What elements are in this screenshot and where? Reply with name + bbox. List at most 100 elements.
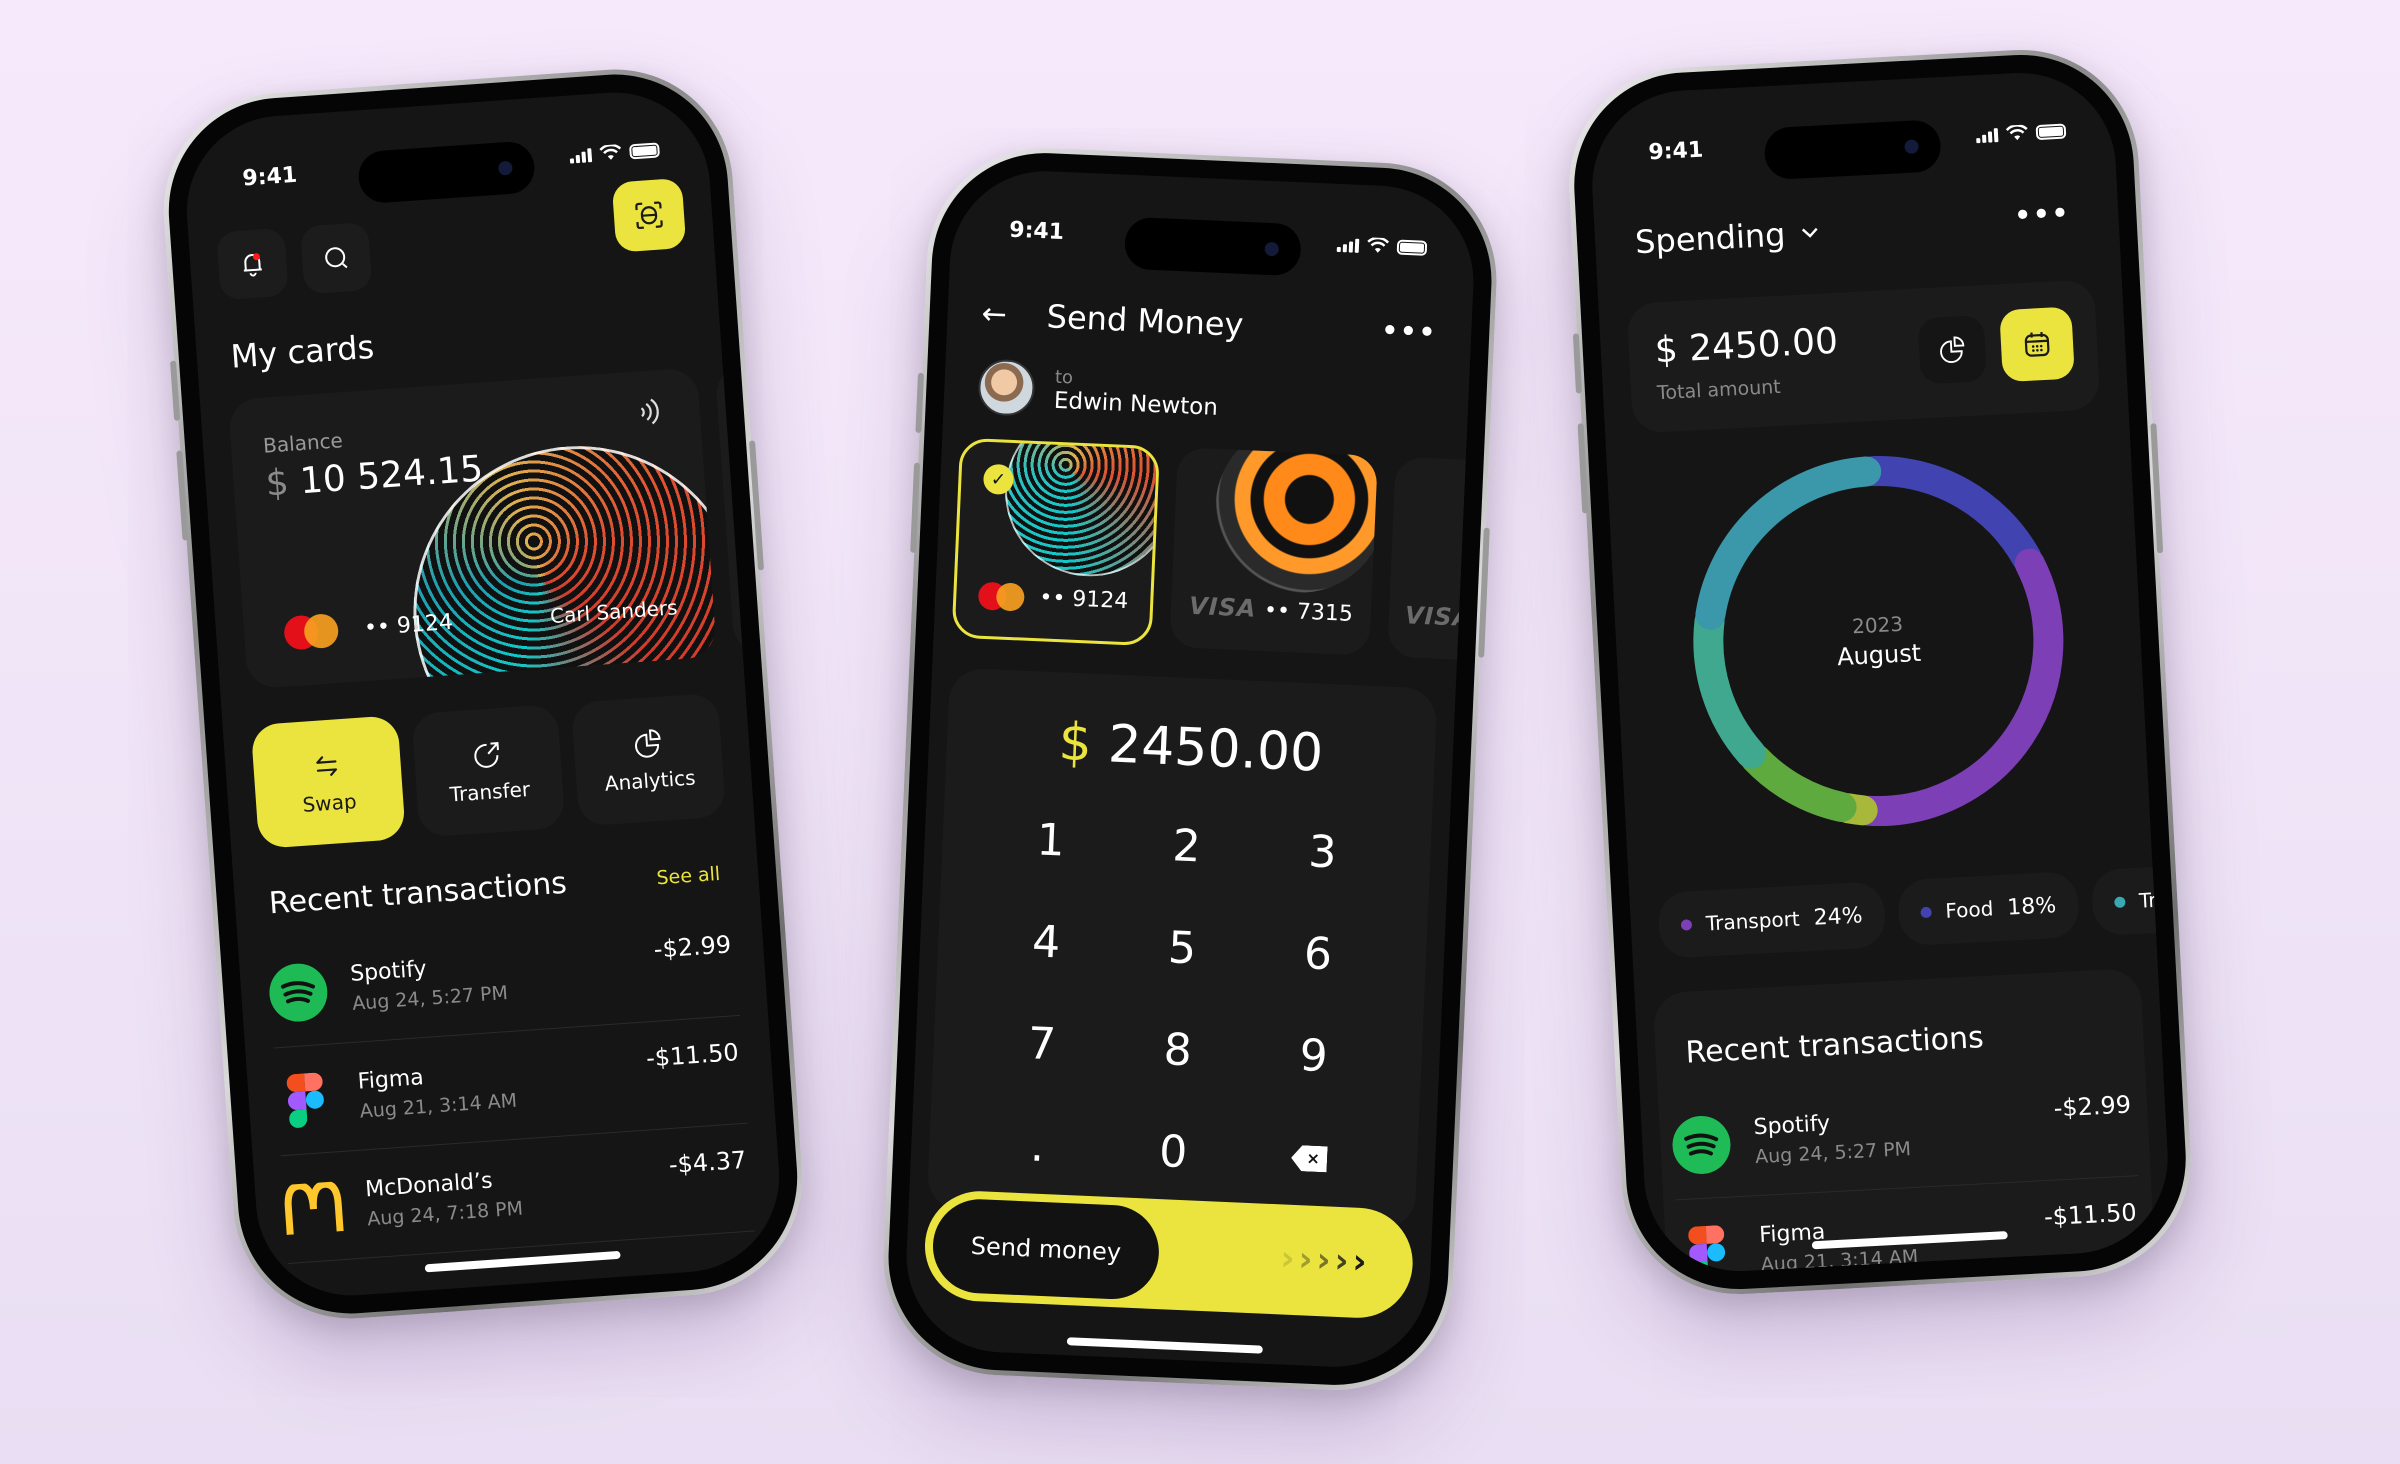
search-button[interactable] xyxy=(299,221,373,295)
legend-item-transport[interactable]: Transport 24% xyxy=(1657,881,1887,959)
total-card: $ 2450.00 Total amount xyxy=(1626,279,2101,434)
donut-segment-transport[interactable] xyxy=(1854,548,2064,827)
chart-view-button[interactable] xyxy=(1917,315,1987,385)
donut-month: August xyxy=(1836,638,1922,672)
status-bar: 9:41 xyxy=(950,209,1475,277)
phone-spending: 9:41 Spending ••• $ 2450.00 Total amount xyxy=(1563,43,2197,1301)
status-time: 9:41 xyxy=(1008,217,1065,245)
backspace-icon: × xyxy=(1291,1145,1328,1173)
keypad: 1 2 3 4 5 6 7 8 9 . 0 × xyxy=(968,809,1391,1190)
send-money-button[interactable]: Send money xyxy=(930,1197,1161,1302)
notifications-button[interactable] xyxy=(216,227,289,301)
tx-amount: -$2.99 xyxy=(2052,1090,2132,1123)
key-8[interactable]: 8 xyxy=(1108,1019,1246,1083)
card-option[interactable]: VISA xyxy=(1387,456,1478,666)
legend-percent: 18% xyxy=(2006,892,2057,921)
mastercard-logo xyxy=(977,581,1025,612)
spending-dropdown[interactable]: Spending xyxy=(1634,214,1820,261)
key-4[interactable]: 4 xyxy=(977,911,1115,975)
calendar-icon xyxy=(2024,332,2050,357)
swap-button[interactable]: Swap xyxy=(250,715,406,849)
card-option[interactable]: VISA •• 7315 xyxy=(1169,447,1378,656)
more-options-icon[interactable]: ••• xyxy=(2014,198,2071,231)
key-3[interactable]: 3 xyxy=(1253,821,1391,885)
side-button xyxy=(915,372,925,433)
legend-item-food[interactable]: Food 18% xyxy=(1896,870,2080,947)
dynamic-island xyxy=(356,140,537,205)
backspace-key[interactable]: × xyxy=(1240,1127,1378,1191)
card-number: •• 9124 xyxy=(1038,585,1129,615)
quick-actions: Swap Transfer Analytics xyxy=(250,692,727,849)
donut-center: 2023 August xyxy=(1835,611,1922,672)
calendar-button[interactable] xyxy=(1999,306,2075,383)
tx-amount: -$2.99 xyxy=(652,930,733,964)
tx-date: Aug 21, 3:14 AM xyxy=(1760,1245,1919,1276)
back-arrow-icon[interactable]: ← xyxy=(981,296,1008,332)
transactions-panel: Recent transactions Spotify Aug 24, 5:27 … xyxy=(1652,967,2155,1276)
legend-percent: 24% xyxy=(1812,902,1864,931)
legend-label: Food xyxy=(1944,896,1994,923)
recent-transactions-title: Recent transactions xyxy=(1684,1020,1985,1071)
scan-icon xyxy=(635,201,663,230)
battery-icon xyxy=(628,141,660,159)
figma-logo xyxy=(1677,1222,1738,1276)
card-option-selected[interactable]: ✓ •• 9124 xyxy=(951,437,1161,647)
key-9[interactable]: 9 xyxy=(1244,1025,1382,1089)
recipient[interactable]: to Edwin Newton xyxy=(977,358,1219,424)
avatar xyxy=(977,358,1036,417)
key-0[interactable]: 0 xyxy=(1104,1121,1242,1185)
page-title: Send Money xyxy=(1045,297,1245,344)
key-5[interactable]: 5 xyxy=(1113,917,1251,981)
screen: 9:41 Spending ••• $ 2450.00 Total amount xyxy=(1587,68,2173,1276)
donut-segment-food[interactable] xyxy=(1857,456,2042,573)
tx-amount: -$11.50 xyxy=(645,1038,740,1073)
signal-icon xyxy=(569,146,593,164)
key-7[interactable]: 7 xyxy=(973,1013,1111,1077)
spotify-logo xyxy=(1671,1114,1732,1175)
key-2[interactable]: 2 xyxy=(1117,815,1255,879)
status-bar: 9:41 xyxy=(1590,110,2115,181)
tx-date: Aug 24, 7:18 PM xyxy=(366,1197,524,1231)
donut-segment-other-3[interactable] xyxy=(1693,606,1767,769)
dynamic-island xyxy=(1763,119,1942,181)
more-options-icon[interactable]: ••• xyxy=(1381,316,1438,348)
swap-icon xyxy=(316,756,338,776)
bank-card[interactable]: Balance $ 10 524.15 •• 9124 Carl Sanders xyxy=(227,367,717,690)
scan-button[interactable] xyxy=(611,177,687,253)
mcdonalds-logo xyxy=(282,1177,344,1239)
next-card-peek[interactable]: B $ xyxy=(714,361,786,656)
legend-dot xyxy=(2113,896,2126,908)
visa-logo: VISA xyxy=(1404,601,1473,633)
home-indicator[interactable] xyxy=(424,1250,621,1273)
transactions-list: Spotify Aug 24, 5:27 PM -$2.99 Figma Aug 2… xyxy=(265,908,756,1264)
battery-icon xyxy=(2035,123,2067,140)
amount-display: $ 2450.00 xyxy=(1057,712,1325,784)
wifi-icon xyxy=(1367,237,1390,253)
tx-name: Spotify xyxy=(1753,1111,1831,1141)
send-money-slider[interactable]: Send money › › › › › xyxy=(922,1188,1415,1321)
key-1[interactable]: 1 xyxy=(982,809,1120,873)
phone-send-money: 9:41 ← Send Money ••• to Edwin Newton ✓ … xyxy=(878,143,1502,1395)
home-indicator[interactable] xyxy=(1066,1337,1263,1354)
analytics-button[interactable]: Analytics xyxy=(571,692,727,827)
status-time: 9:41 xyxy=(241,162,298,192)
battery-icon xyxy=(1396,239,1428,256)
spotify-logo xyxy=(267,961,329,1023)
wifi-icon xyxy=(2005,124,2028,141)
spending-donut-chart: 2023 August xyxy=(1668,431,2088,851)
search-icon xyxy=(325,247,348,269)
donut-segment-other-4[interactable] xyxy=(1695,456,1882,630)
key-decimal[interactable]: . xyxy=(968,1115,1106,1179)
swap-label: Swap xyxy=(301,789,358,817)
transfer-button[interactable]: Transfer xyxy=(410,703,566,838)
see-all-link[interactable]: See all xyxy=(656,863,721,889)
category-legend: Transport 24% Food 18% Tr xyxy=(1657,865,2173,959)
key-6[interactable]: 6 xyxy=(1249,923,1387,987)
legend-dot xyxy=(1920,906,1932,918)
phone-my-cards: 9:41 My cards Balance $ 10 524.15 •• 912… xyxy=(155,61,811,1327)
screen: 9:41 ← Send Money ••• to Edwin Newton ✓ … xyxy=(902,167,1478,1371)
donut-segment-other-2[interactable] xyxy=(1740,743,1857,823)
legend-item-partial[interactable]: Tr xyxy=(2090,865,2173,937)
tx-amount: -$4.37 xyxy=(667,1145,748,1180)
wifi-icon xyxy=(599,144,622,160)
